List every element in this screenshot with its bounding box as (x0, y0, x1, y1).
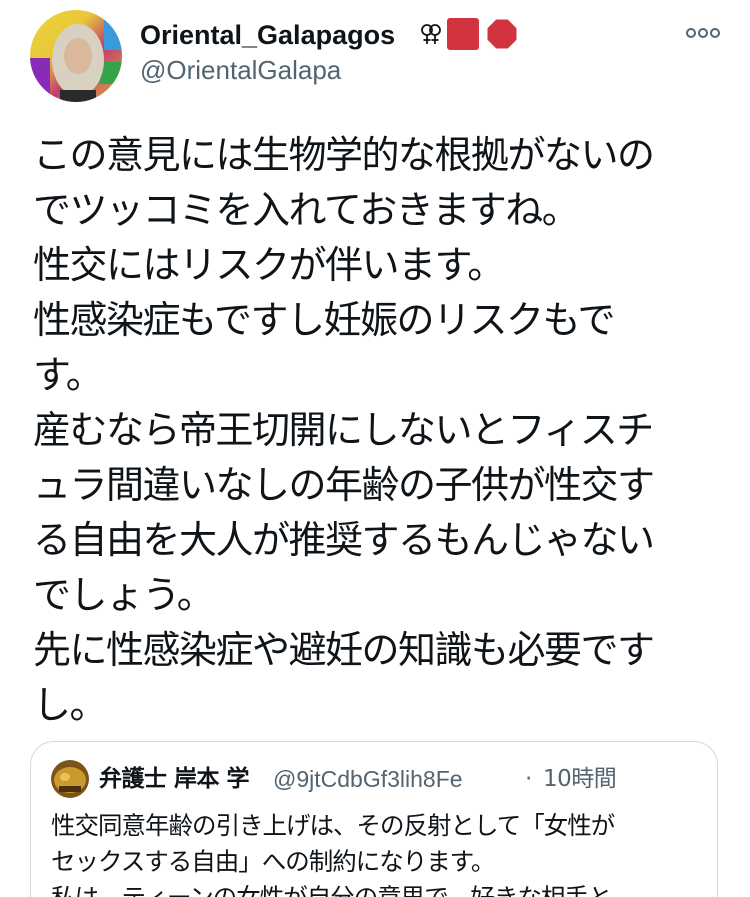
avatar-image (30, 10, 122, 102)
tweet-line: 性感染症もですし妊娠のリスクもで (33, 298, 615, 342)
tweet: Oriental_Galapagos @OrientalGalapa この意見に… (0, 0, 750, 897)
quoted-avatar-image (51, 760, 89, 798)
tweet-line: 性交にはリスクが伴います。 (33, 243, 505, 287)
quoted-display-name: 弁護士 岸本 学 (99, 766, 250, 792)
quoted-text: 性交同意年齢の引き上げは、その反射として「女性が セックスする自由」への制約にな… (51, 808, 701, 897)
red-octagon-icon (486, 18, 518, 50)
tweet-line: ュラ間違いなしの年齢の子供が性交す (33, 463, 655, 507)
tweet-line: 産むなら帝王切開にしないとフィスチ (33, 408, 654, 452)
tweet-line: でツッコミを入れておきますね。 (33, 188, 580, 232)
avatar[interactable] (30, 10, 122, 102)
tweet-line: し。 (33, 683, 108, 727)
tweet-text: この意見には生物学的な根拠がないの でツッコミを入れておきますね。 性交にはリス… (33, 128, 723, 733)
tweet-line: 先に性感染症や避妊の知識も必要です (33, 628, 655, 672)
tweet-line: この意見には生物学的な根拠がないの (33, 133, 655, 177)
quoted-handle: @9jtCdbGf3lih8Fe (273, 766, 463, 792)
tweet-line: でしょう。 (33, 573, 215, 617)
user-handle[interactable]: @OrientalGalapa (140, 54, 341, 86)
display-name[interactable]: Oriental_Galapagos (140, 18, 395, 52)
red-square-icon (447, 18, 479, 50)
double-venus-icon (421, 24, 441, 44)
more-options-icon[interactable] (683, 22, 723, 44)
quoted-timestamp: 10時間 (543, 766, 617, 792)
quoted-avatar (51, 760, 89, 798)
quoted-separator: · (525, 766, 533, 792)
name-badges (420, 17, 518, 51)
tweet-line: る自由を大人が推奨するもんじゃない (33, 518, 655, 562)
tweet-line: す。 (33, 353, 104, 397)
quoted-tweet[interactable]: 弁護士 岸本 学 @9jtCdbGf3lih8Fe · 10時間 性交同意年齢の… (30, 741, 718, 897)
quoted-line: セックスする自由」への制約になります。 (51, 847, 495, 876)
quoted-line: 性交同意年齢の引き上げは、その反射として「女性が (51, 811, 615, 840)
quoted-line: 私は、ティーンの女性が自分の意思で、好きな相手と (51, 880, 701, 897)
